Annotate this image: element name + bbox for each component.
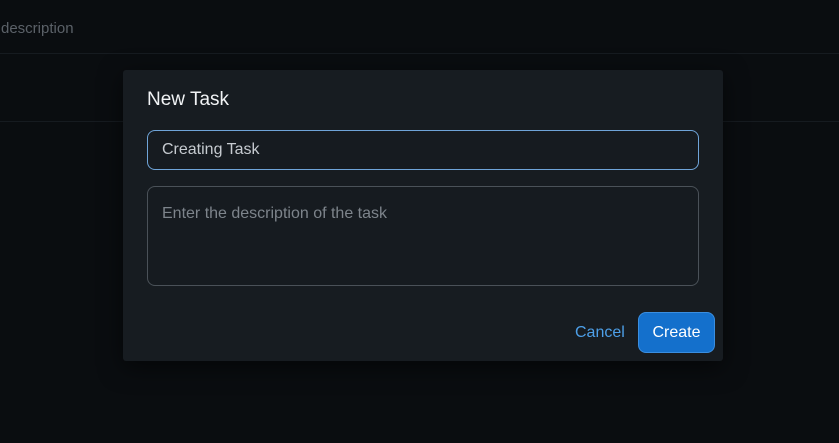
task-description-input[interactable] [147, 186, 699, 286]
column-header-description: description [1, 20, 74, 37]
dialog-title: New Task [147, 89, 230, 110]
create-button[interactable]: Create [638, 312, 715, 353]
new-task-dialog: New Task Cancel Create [123, 70, 723, 361]
task-title-input[interactable] [147, 130, 699, 170]
background-table-header: description [0, 0, 839, 54]
cancel-button[interactable]: Cancel [569, 317, 631, 349]
page: description New Task Cancel Create [0, 0, 839, 443]
